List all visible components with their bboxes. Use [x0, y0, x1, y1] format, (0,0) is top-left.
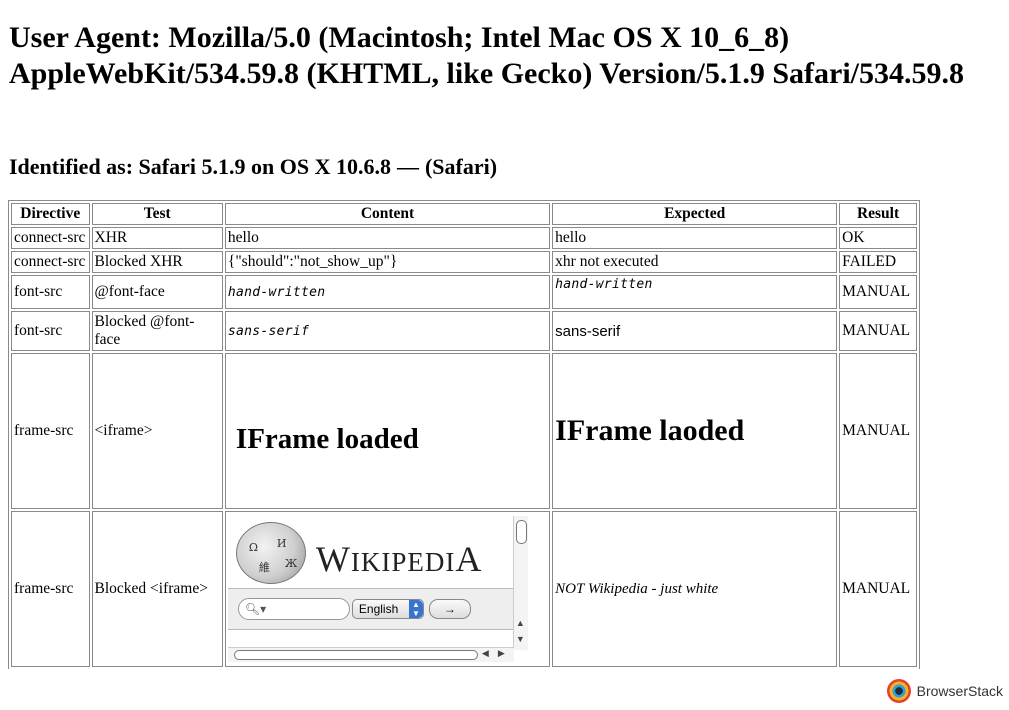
- cell-expected-handwritten: hand-written: [552, 275, 838, 309]
- go-button[interactable]: →: [428, 599, 471, 619]
- header-content: Content: [224, 203, 551, 225]
- language-select-value: English: [358, 602, 399, 616]
- table-header-row: Directive Test Content Expected Result: [11, 203, 917, 225]
- identified-text: Identified as: Safari 5.1.9 on OS X 10.6…: [9, 154, 391, 179]
- cell-result: MANUAL: [839, 311, 917, 351]
- iframe-content-cell: IFrame loaded: [224, 353, 551, 509]
- wikipedia-iframe-cell: Ω И 維 Ж WIKIPEDIA 🔍︎▾ English ▲ ▼ → ▲ ▼ …: [224, 511, 551, 667]
- cell-content: {"should":"not_show_up"}: [224, 251, 551, 273]
- iframe-expected-text: IFrame laoded: [555, 414, 745, 447]
- wordmark-final: A: [455, 539, 483, 579]
- globe-glyph: Ж: [284, 557, 298, 570]
- wordmark-initial: W: [315, 539, 351, 579]
- wikipedia-globe-logo[interactable]: Ω И 維 Ж: [235, 522, 306, 584]
- table-row: connect-src Blocked XHR {"should":"not_s…: [11, 251, 917, 273]
- table-row: font-src Blocked @font-face sans-serif s…: [11, 311, 917, 351]
- cell-directive: connect-src: [11, 251, 90, 273]
- cell-content: hello: [224, 227, 551, 249]
- wikipedia-wordmark[interactable]: WIKIPEDIA: [316, 538, 482, 580]
- user-agent-heading: User Agent: Mozilla/5.0 (Macintosh; Inte…: [9, 21, 965, 90]
- browserstack-logo-icon: [886, 679, 911, 703]
- vertical-scroll-thumb[interactable]: [515, 520, 527, 544]
- horizontal-scrollbar[interactable]: ◀ ▶: [227, 647, 514, 662]
- cell-result: MANUAL: [839, 353, 917, 509]
- cell-content-handwritten: hand-written: [224, 275, 551, 309]
- globe-glyph: 維: [258, 561, 270, 574]
- language-select[interactable]: English ▲ ▼: [351, 599, 424, 619]
- cell-directive: connect-src: [11, 227, 90, 249]
- cell-directive: font-src: [11, 311, 90, 351]
- cell-test: XHR: [91, 227, 223, 249]
- search-icon: 🔍︎▾: [244, 602, 267, 616]
- header-expected: Expected: [552, 203, 838, 225]
- header-test: Test: [91, 203, 223, 225]
- wikipedia-iframe[interactable]: Ω И 維 Ж WIKIPEDIA 🔍︎▾ English ▲ ▼ → ▲ ▼ …: [227, 516, 528, 662]
- csp-test-table: Directive Test Content Expected Result c…: [8, 200, 920, 669]
- cell-result: OK: [839, 227, 917, 249]
- wordmark-smallcaps: IKIPEDI: [350, 547, 456, 577]
- scroll-right-arrow-icon[interactable]: ▶: [498, 648, 505, 659]
- cell-test: <iframe>: [91, 353, 223, 509]
- cell-test: Blocked <iframe>: [91, 511, 223, 667]
- wikipedia-search-input[interactable]: 🔍︎▾: [237, 598, 350, 620]
- table-row: frame-src <iframe> IFrame loaded IFrame …: [11, 353, 917, 509]
- vertical-scrollbar[interactable]: ▲ ▼: [512, 516, 528, 650]
- cell-result: MANUAL: [839, 275, 917, 309]
- iframe-loaded-text: IFrame loaded: [235, 422, 419, 455]
- cell-expected-sans: sans-serif: [552, 311, 838, 351]
- cell-result: MANUAL: [839, 511, 917, 667]
- cell-directive: frame-src: [11, 511, 90, 667]
- table-row: frame-src Blocked <iframe> Ω И 維 Ж WIKIP…: [11, 511, 917, 667]
- cell-expected: NOT Wikipedia - just white: [552, 511, 838, 667]
- browserstack-badge[interactable]: BrowserStack: [886, 677, 1003, 705]
- cell-content-fallback-font: sans-serif: [224, 311, 551, 351]
- cell-expected: hello: [552, 227, 838, 249]
- scroll-up-arrow-icon[interactable]: ▲: [516, 618, 525, 628]
- cell-test: @font-face: [91, 275, 223, 309]
- horizontal-scroll-thumb[interactable]: [233, 650, 478, 660]
- table-row: font-src @font-face hand-written hand-wr…: [11, 275, 917, 309]
- header-directive: Directive: [11, 203, 90, 225]
- cell-directive: frame-src: [11, 353, 90, 509]
- identified-heading: Identified as: Safari 5.1.9 on OS X 10.6…: [9, 153, 497, 181]
- identified-browser: (Safari): [424, 154, 498, 179]
- cell-expected: IFrame laoded: [552, 353, 838, 509]
- cell-test: Blocked @font-face: [91, 311, 223, 351]
- identified-dash: —: [396, 154, 419, 179]
- header-result: Result: [839, 203, 917, 225]
- globe-glyph: Ω: [248, 541, 259, 554]
- browserstack-label: BrowserStack: [916, 683, 1003, 699]
- cell-test: Blocked XHR: [91, 251, 223, 273]
- page-viewport: User Agent: Mozilla/5.0 (Macintosh; Inte…: [0, 0, 1009, 669]
- table-row: connect-src XHR hello hello OK: [11, 227, 917, 249]
- scroll-left-arrow-icon[interactable]: ◀: [482, 648, 489, 659]
- cell-result: FAILED: [839, 251, 917, 273]
- wikipedia-search-bar: 🔍︎▾ English ▲ ▼ →: [227, 588, 514, 630]
- cell-directive: font-src: [11, 275, 90, 309]
- cell-expected: xhr not executed: [552, 251, 838, 273]
- select-arrows-icon: ▲ ▼: [408, 600, 423, 618]
- scroll-down-arrow-icon[interactable]: ▼: [516, 634, 525, 644]
- globe-glyph: И: [276, 537, 287, 550]
